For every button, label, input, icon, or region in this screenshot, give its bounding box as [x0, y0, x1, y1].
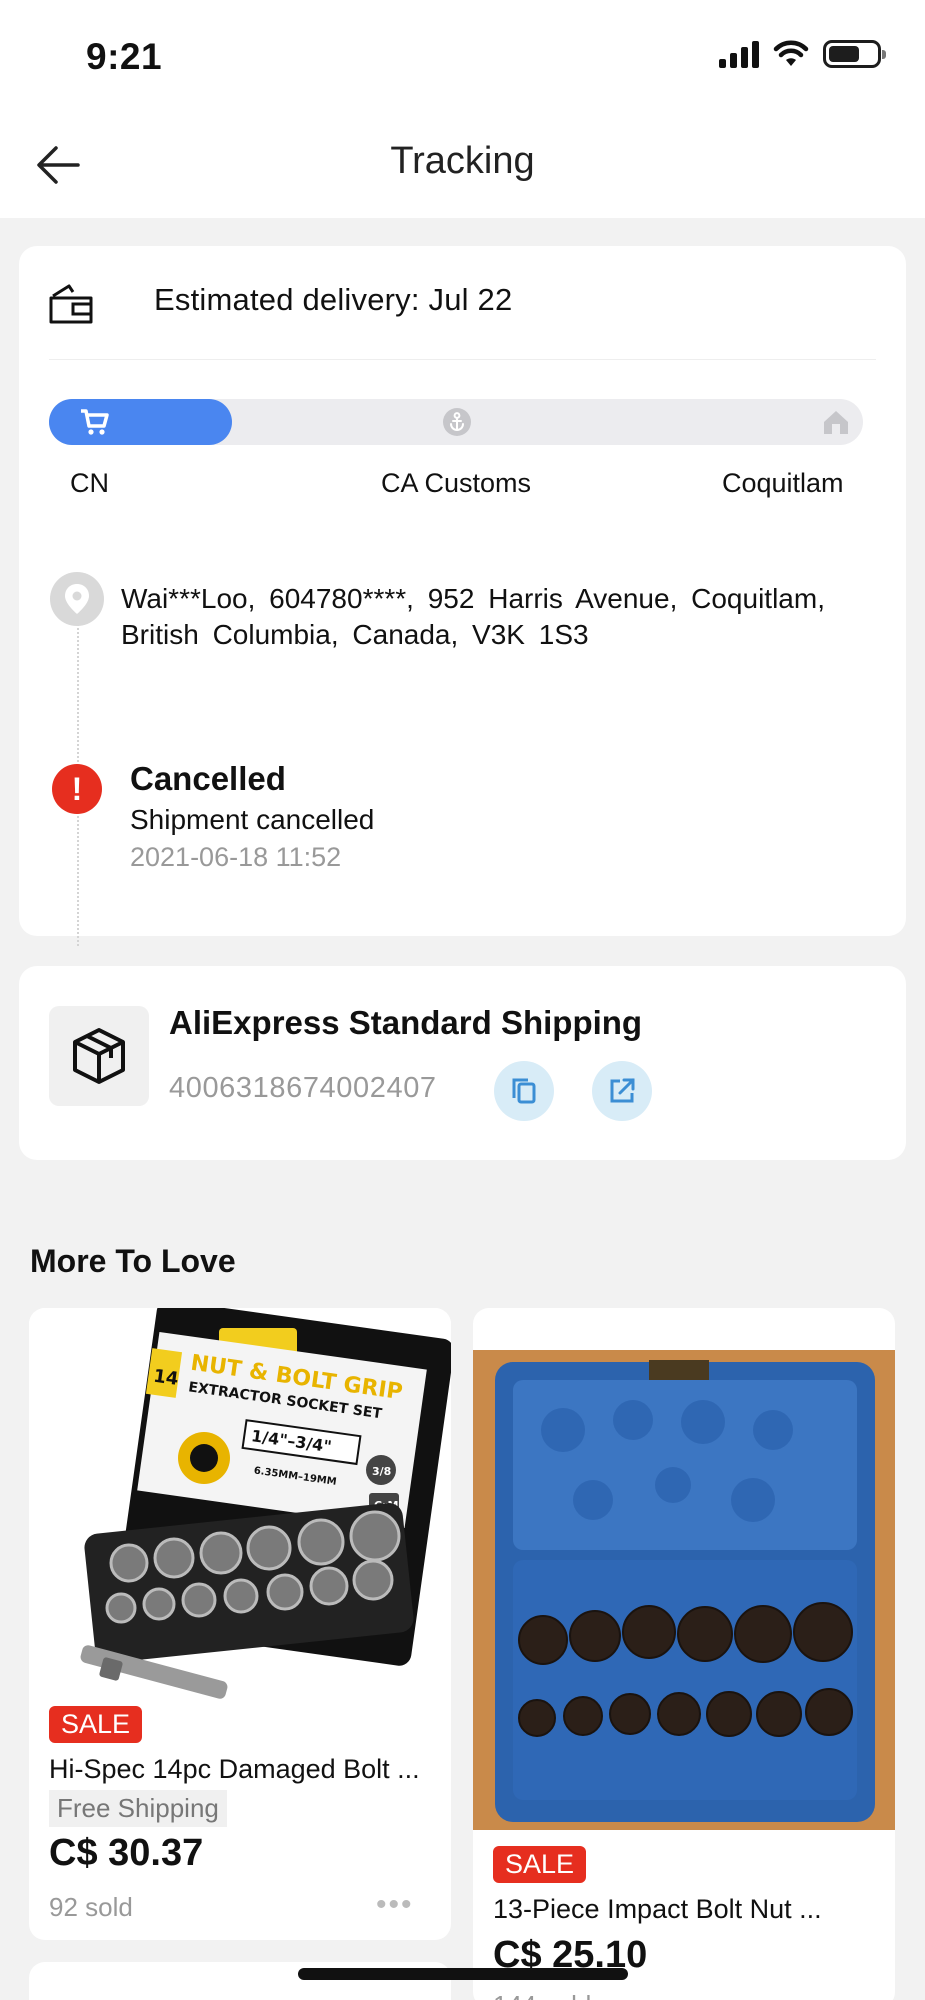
alert-icon: ! — [52, 764, 102, 814]
delivery-progress-fill — [49, 399, 233, 445]
status-time: 9:21 — [86, 36, 163, 77]
copy-button[interactable] — [494, 1061, 554, 1121]
divider — [49, 359, 876, 360]
product-image: 14 NUT & BOLT GRIP EXTRACTOR SOCKET SET … — [29, 1308, 451, 1718]
section-title-more-to-love: More To Love — [30, 1243, 236, 1279]
tracking-status-timestamp: 2021-06-18 11:52 — [130, 842, 342, 872]
location-pin-icon — [50, 572, 104, 626]
sale-badge: SALE — [493, 1846, 587, 1883]
delivery-progress-track — [49, 399, 863, 445]
stage-label-customs: CA Customs — [381, 468, 532, 498]
image-text-drive-badge: 3/8 — [372, 1465, 391, 1478]
delivery-truck-icon — [49, 284, 93, 324]
cart-icon — [79, 407, 109, 437]
wifi-icon — [773, 40, 809, 66]
product-card[interactable]: SALE 13-Piece Impact Bolt Nut ... C$ 25.… — [473, 1308, 895, 2000]
shipping-card: AliExpress Standard Shipping 40063186740… — [19, 966, 906, 1160]
status-icons — [719, 40, 886, 68]
product-card[interactable]: 14 NUT & BOLT GRIP EXTRACTOR SOCKET SET … — [29, 1308, 451, 1940]
cellular-signal-icon — [719, 40, 759, 68]
sale-badge: SALE — [49, 1706, 143, 1743]
open-external-button[interactable] — [592, 1061, 652, 1121]
stage-label-origin: CN — [70, 468, 109, 498]
tracking-number: 4006318674002407 — [169, 1072, 437, 1104]
status-bar: 9:21 — [0, 0, 925, 110]
product-price: C$ 30.37 — [49, 1832, 204, 1874]
home-icon — [821, 407, 851, 437]
image-text-count: 14 — [152, 1366, 180, 1390]
sold-count: 92 sold — [49, 1892, 133, 1922]
package-icon — [73, 1028, 125, 1084]
product-image — [473, 1350, 895, 1830]
battery-icon — [823, 40, 886, 68]
tracking-status-description: Shipment cancelled — [130, 804, 375, 835]
sold-count: 144 sold — [493, 1990, 591, 2000]
free-shipping-tag: Free Shipping — [49, 1790, 227, 1827]
header: Tracking — [0, 110, 925, 218]
home-indicator[interactable] — [298, 1968, 628, 1980]
product-title: 13-Piece Impact Bolt Nut ... — [493, 1894, 822, 1924]
product-title: Hi-Spec 14pc Damaged Bolt ... — [49, 1754, 420, 1784]
tracking-status-title: Cancelled — [130, 760, 286, 797]
delivery-address: Wai***Loo, 604780****, 952 Harris Avenue… — [121, 583, 825, 650]
stage-label-destination: Coquitlam — [722, 468, 844, 498]
package-icon-wrap — [49, 1006, 149, 1106]
estimated-delivery: Estimated delivery: Jul 22 — [154, 282, 513, 317]
page-title: Tracking — [390, 140, 535, 182]
anchor-icon — [442, 407, 472, 437]
more-options-button[interactable]: ••• — [376, 1888, 414, 1922]
delivery-card: Estimated delivery: Jul 22 CN CA Customs… — [19, 246, 906, 946]
external-link-icon — [610, 1078, 635, 1103]
carrier-name: AliExpress Standard Shipping — [169, 1004, 643, 1041]
copy-icon — [512, 1078, 536, 1104]
